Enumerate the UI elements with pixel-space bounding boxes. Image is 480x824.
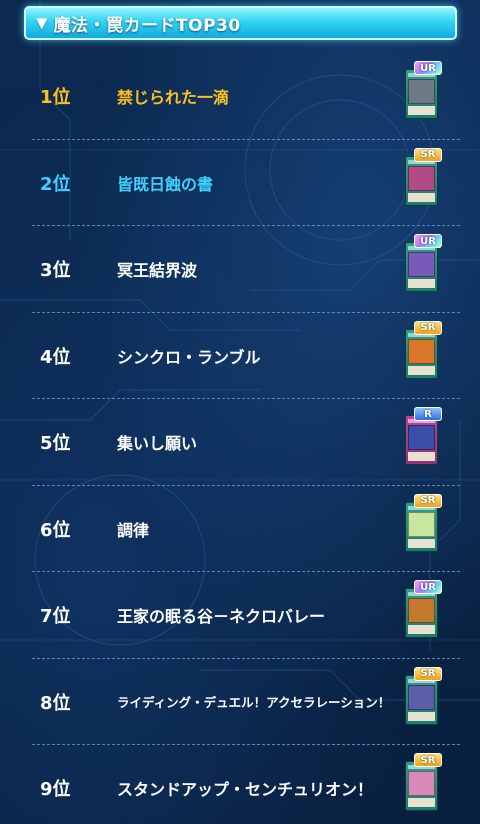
ranking-row[interactable]: 8位 ライディング・デュエル！アクセラレーション！ SR bbox=[0, 659, 480, 745]
card-image bbox=[405, 69, 438, 119]
ranking-row[interactable]: 6位 調律 SR bbox=[0, 486, 480, 572]
card-thumbnail[interactable]: UR bbox=[404, 61, 442, 125]
rank-label: 3位 bbox=[40, 260, 71, 282]
rank-label: 1位 bbox=[40, 87, 71, 109]
card-thumbnail[interactable]: SR bbox=[404, 666, 442, 731]
card-image bbox=[405, 155, 438, 206]
rank-label: 2位 bbox=[40, 173, 71, 195]
card-name: スタンドアップ・センチュリオン！ bbox=[117, 780, 374, 800]
rarity-badge: SR bbox=[414, 320, 442, 335]
rank-label: 9位 bbox=[40, 779, 71, 801]
card-image bbox=[405, 674, 438, 725]
rarity-badge: SR bbox=[414, 666, 442, 681]
card-image bbox=[405, 328, 438, 379]
rarity-badge: UR bbox=[414, 234, 442, 248]
rank-label: 8位 bbox=[40, 692, 71, 714]
ranking-row[interactable]: 4位 シンクロ・ランブル SR bbox=[0, 313, 480, 399]
ranking-row[interactable]: 3位 冥王結界波 UR bbox=[0, 226, 480, 313]
card-thumbnail[interactable]: SR bbox=[404, 753, 442, 817]
card-image bbox=[405, 761, 438, 811]
rank-label: 6位 bbox=[40, 519, 71, 541]
rarity-badge: SR bbox=[414, 493, 442, 508]
rarity-badge: UR bbox=[414, 580, 442, 594]
ranking-row[interactable]: 5位 集いし願い R bbox=[0, 399, 480, 486]
rank-label: 4位 bbox=[40, 346, 71, 368]
card-name: 冥王結界波 bbox=[117, 261, 198, 281]
card-image bbox=[405, 501, 438, 552]
section-title: 魔法・罠カードTOP30 bbox=[53, 15, 241, 36]
card-thumbnail[interactable]: SR bbox=[404, 493, 442, 558]
rarity-badge: R bbox=[414, 407, 442, 421]
ranking-row[interactable]: 1位 禁じられた一滴 UR bbox=[0, 53, 480, 140]
rank-label: 5位 bbox=[40, 433, 71, 455]
card-name: 禁じられた一滴 bbox=[117, 88, 230, 108]
ranking-list: 1位 禁じられた一滴 UR 2位 皆既日蝕の書 SR 3位 冥王結界波 UR 4… bbox=[0, 53, 480, 824]
ranking-row[interactable]: 7位 王家の眠る谷－ネクロバレー UR bbox=[0, 572, 480, 659]
ranking-row[interactable]: 9位 スタンドアップ・センチュリオン！ SR bbox=[0, 745, 480, 824]
card-thumbnail[interactable]: SR bbox=[404, 320, 442, 385]
card-thumbnail[interactable]: R bbox=[404, 407, 442, 471]
card-name: ライディング・デュエル！アクセラレーション！ bbox=[117, 695, 391, 711]
section-header[interactable]: ▼ 魔法・罠カードTOP30 bbox=[24, 6, 457, 40]
rarity-badge: SR bbox=[414, 147, 442, 162]
card-name: 皆既日蝕の書 bbox=[117, 174, 214, 194]
card-thumbnail[interactable]: UR bbox=[404, 234, 442, 298]
card-thumbnail[interactable]: UR bbox=[404, 580, 442, 644]
card-image bbox=[405, 242, 438, 292]
rarity-badge: UR bbox=[414, 61, 442, 75]
collapse-triangle-icon[interactable]: ▼ bbox=[36, 14, 48, 32]
card-thumbnail[interactable]: SR bbox=[404, 147, 442, 212]
rarity-badge: SR bbox=[414, 753, 442, 767]
ranking-row[interactable]: 2位 皆既日蝕の書 SR bbox=[0, 140, 480, 226]
card-name: シンクロ・ランブル bbox=[117, 347, 261, 367]
card-image bbox=[405, 588, 438, 638]
card-image bbox=[405, 415, 438, 465]
card-name: 調律 bbox=[117, 520, 150, 540]
rank-label: 7位 bbox=[40, 606, 71, 628]
card-name: 集いし願い bbox=[117, 434, 198, 454]
card-name: 王家の眠る谷－ネクロバレー bbox=[117, 607, 326, 627]
